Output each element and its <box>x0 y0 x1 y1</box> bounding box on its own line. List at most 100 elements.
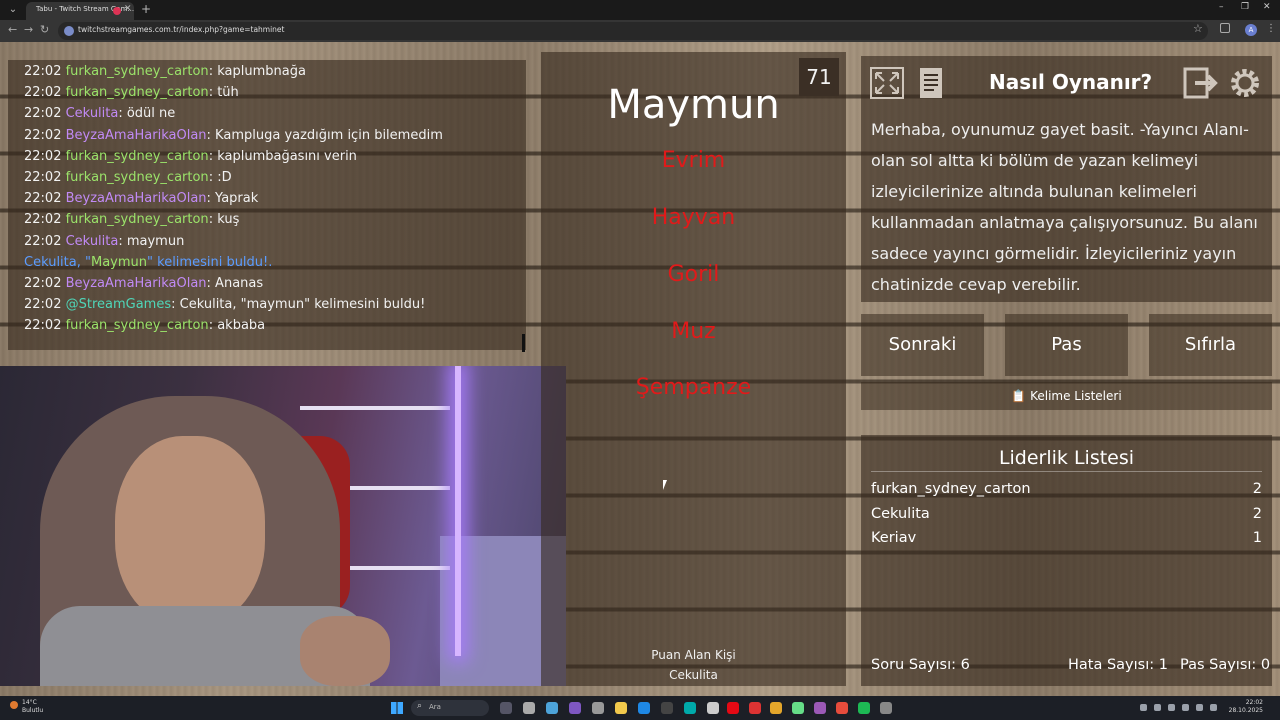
app-icon[interactable] <box>836 702 848 714</box>
player-name: furkan_sydney_carton <box>871 481 1031 497</box>
chat-username[interactable]: BeyzaAmaHarikaOlan <box>66 128 207 143</box>
scorer-label: Puan Alan Kişi <box>651 648 736 662</box>
tray-icon[interactable] <box>1154 704 1161 711</box>
chat-text: : Kampluga yazdığım için bilemedim <box>206 127 443 143</box>
app-icon[interactable] <box>814 702 826 714</box>
clock-time: 22:02 <box>1245 699 1263 706</box>
taskbar-search[interactable]: ⌕ Ara <box>411 700 489 716</box>
chrome-icon[interactable] <box>770 702 782 714</box>
chat-time: 22:02 <box>24 191 62 207</box>
chat-username[interactable]: furkan_sydney_carton <box>66 149 209 164</box>
how-to-play-text: Merhaba, oyunumuz gayet basit. -Yayıncı … <box>871 120 1258 294</box>
app-icon[interactable] <box>638 702 650 714</box>
chat-username[interactable]: Cekulita <box>66 106 119 121</box>
volume-icon[interactable] <box>1210 704 1217 711</box>
task-view-icon[interactable] <box>500 702 512 714</box>
chat-scrollbar[interactable] <box>522 334 525 352</box>
new-tab-button[interactable]: + <box>141 2 151 16</box>
site-info-icon[interactable] <box>64 26 74 36</box>
chat-username[interactable]: furkan_sydney_carton <box>66 318 209 333</box>
chat-username[interactable]: @StreamGames <box>66 297 172 312</box>
tab-list-icon[interactable]: ⌄ <box>6 3 20 17</box>
tray-icon[interactable] <box>1182 704 1189 711</box>
profile-avatar[interactable]: A <box>1245 24 1257 36</box>
scorer-name: Cekulita <box>669 668 718 682</box>
chat-message: 22:02 @StreamGames: Cekulita, "maymun" k… <box>24 297 425 312</box>
app-icon[interactable] <box>707 702 719 714</box>
word-lists-button[interactable]: 📋 Kelime Listeleri <box>861 382 1272 410</box>
settings-button[interactable] <box>1225 64 1265 102</box>
tray-icon[interactable] <box>1140 704 1147 711</box>
chat-message: 22:02 furkan_sydney_carton: kuş <box>24 212 239 227</box>
chat-username[interactable]: Cekulita <box>66 234 119 249</box>
chat-username[interactable]: furkan_sydney_carton <box>66 85 209 100</box>
chat-time: 22:02 <box>24 318 62 334</box>
chat-username[interactable]: furkan_sydney_carton <box>66 64 209 79</box>
url-text: twitchstreamgames.com.tr/index.php?game=… <box>78 25 285 34</box>
wifi-icon[interactable] <box>1196 704 1203 711</box>
forward-icon[interactable]: → <box>24 23 33 36</box>
chat-username[interactable]: furkan_sydney_carton <box>66 170 209 185</box>
chat-username[interactable]: BeyzaAmaHarikaOlan <box>66 276 207 291</box>
fullscreen-button[interactable] <box>867 64 907 102</box>
pass-button[interactable]: Pas <box>1005 314 1128 376</box>
chat-text: : maymun <box>118 233 185 249</box>
edge-icon[interactable] <box>684 702 696 714</box>
minimize-button[interactable]: – <box>1219 2 1224 12</box>
app-icon[interactable] <box>792 702 804 714</box>
player-name: Cekulita <box>871 506 930 522</box>
chat-message: 22:02 furkan_sydney_carton: :D <box>24 170 232 185</box>
app-icon[interactable] <box>661 702 673 714</box>
pass-count: Pas Sayısı: 0 <box>1180 657 1271 673</box>
logout-button[interactable] <box>1181 64 1221 102</box>
browser-menu-icon[interactable]: ⋮ <box>1266 23 1276 34</box>
player-score: 2 <box>1252 481 1262 497</box>
timer: 71 <box>799 58 839 96</box>
url-field[interactable]: twitchstreamgames.com.tr/index.php?game=… <box>58 22 1208 40</box>
gear-icon <box>1231 69 1259 97</box>
next-button[interactable]: Sonraki <box>861 314 984 376</box>
app-icon[interactable] <box>592 702 604 714</box>
maximize-button[interactable]: ❐ <box>1241 2 1249 12</box>
spotify-icon[interactable] <box>858 702 870 714</box>
tab-close-icon[interactable]: ✕ <box>124 4 132 14</box>
tray-icon[interactable] <box>1168 704 1175 711</box>
file-explorer-icon[interactable] <box>615 702 627 714</box>
reload-icon[interactable]: ↻ <box>40 23 49 36</box>
chat-text: : ödül ne <box>118 106 176 122</box>
webcam-person-head <box>115 436 265 626</box>
webcam-person <box>40 396 370 686</box>
app-icon[interactable] <box>749 702 761 714</box>
app-icon[interactable] <box>569 702 581 714</box>
chat-system-message: Cekulita, "Maymun" kelimesini buldu!. <box>24 255 272 270</box>
weather-desc: Bulutlu <box>22 707 44 714</box>
netflix-icon[interactable] <box>727 702 739 714</box>
chat-time: 22:02 <box>24 276 62 291</box>
close-window-button[interactable]: ✕ <box>1263 2 1271 12</box>
taboo-word: Şempanze <box>635 375 752 400</box>
windows-start-icon[interactable] <box>391 702 403 714</box>
rules-button[interactable] <box>911 64 951 102</box>
webcam-feed <box>0 366 566 686</box>
chat-message: 22:02 BeyzaAmaHarikaOlan: Yaprak <box>24 191 258 206</box>
chat-message: 22:02 furkan_sydney_carton: akbaba <box>24 318 265 333</box>
bookmark-star-icon[interactable]: ☆ <box>1193 22 1203 35</box>
chat-username[interactable]: BeyzaAmaHarikaOlan <box>66 191 207 206</box>
taskbar-clock[interactable]: 22:02 28.10.2025 <box>1223 699 1263 715</box>
widgets-icon[interactable] <box>523 702 535 714</box>
taboo-word: Hayvan <box>651 205 736 230</box>
chat-message: 22:02 Cekulita: ödül ne <box>24 106 175 121</box>
browser-tab[interactable]: Tabu - Twitch Stream Gam... ✕ <box>26 2 134 20</box>
photos-icon[interactable] <box>546 702 558 714</box>
fullscreen-icon <box>870 67 904 99</box>
reset-button[interactable]: Sıfırla <box>1149 314 1272 376</box>
extensions-icon[interactable] <box>1220 23 1230 33</box>
how-to-play-panel: Nasıl Oynanır? Merhaba, oyunumuz gayet b… <box>861 56 1272 302</box>
chat-time: 22:02 <box>24 127 62 143</box>
app-icon[interactable] <box>880 702 892 714</box>
address-bar: ← → ↻ twitchstreamgames.com.tr/index.php… <box>0 20 1280 42</box>
chat-text: : akbaba <box>208 318 266 334</box>
chat-username[interactable]: furkan_sydney_carton <box>66 212 209 227</box>
chat-time: 22:02 <box>24 233 62 249</box>
back-icon[interactable]: ← <box>8 23 17 36</box>
